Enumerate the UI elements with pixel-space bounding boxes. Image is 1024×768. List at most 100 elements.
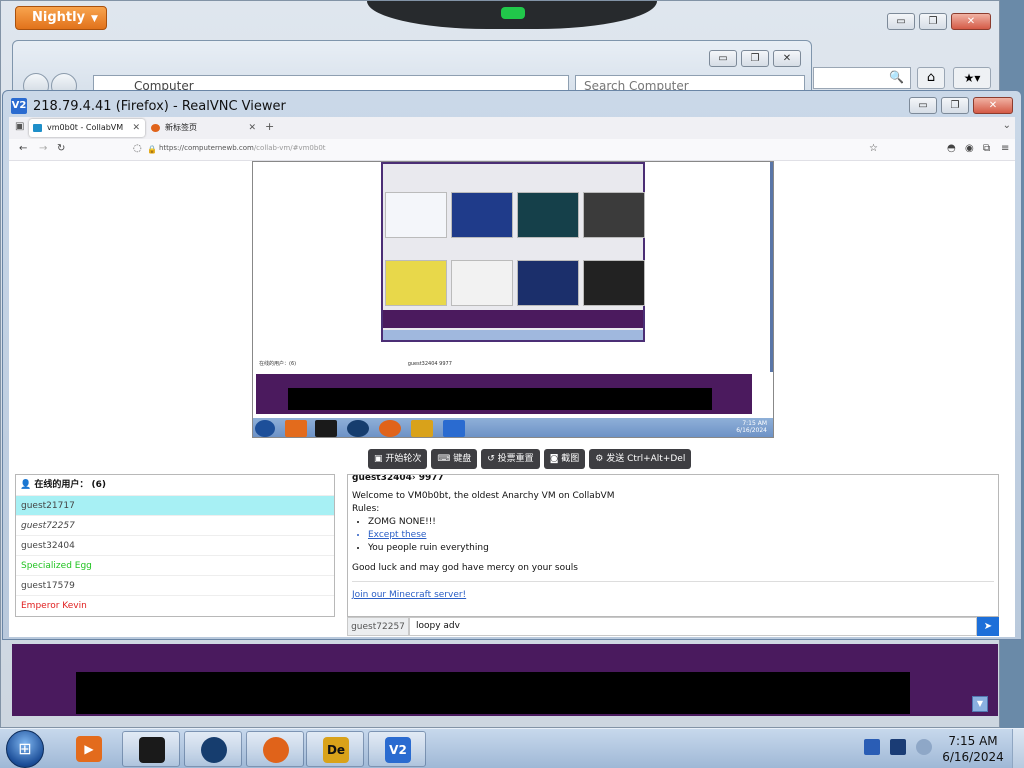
lock-icon: 🔒 [147,145,157,154]
collabvm-page: 在线的用户：(6) guest32404 9977 7:15 AM 6/16/2… [9,161,1015,637]
user-row[interactable]: Specialized Egg [16,555,334,575]
volume-icon[interactable] [916,739,932,755]
vnc-maximize-button[interactable]: ❐ [941,97,969,114]
nightly-menu-button[interactable]: Nightly ▼ [15,6,107,30]
button-label: 投票重置 [497,454,534,464]
outer-window-controls: ▭ ❐ ✕ [887,13,991,30]
chat-input-row: guest72257 loopy adv ➤ [347,617,999,636]
user-row[interactable]: guest32404 [16,535,334,555]
chat-divider [352,581,994,582]
taskbar-de-app[interactable]: De [306,731,364,767]
taskbar-globe[interactable] [184,731,242,767]
chat-rule-item: ZOMG NONE!!! [368,517,994,527]
show-desktop-button[interactable] [1012,729,1024,768]
bookmark-star-icon: ★▾ [963,71,981,85]
media-player-icon: ▶ [76,736,102,762]
outer-search-field[interactable]: 🔍 [813,67,911,89]
button-label: 键盘 [453,454,472,464]
vote-icon: ▣ [374,454,386,464]
start-button[interactable]: ⊞ [6,730,44,768]
user-row[interactable]: Emperor Kevin [16,595,334,615]
vm-firefox-icon[interactable] [379,420,401,437]
extensions-icon[interactable]: ⧉ [983,143,990,154]
vm-taskbar: 7:15 AM 6/16/2024 [253,418,773,437]
scroll-down-icon[interactable]: ▼ [972,696,988,712]
action-center-icon[interactable] [864,739,880,755]
firefox-icon [263,737,289,763]
tab-label: vm0b0t - CollabVM [47,123,124,132]
users-header-label: 在线的用户： [34,480,89,490]
explorer-minimize-button[interactable]: ▭ [709,50,737,67]
send-icon: ➤ [983,621,993,632]
pocket-icon[interactable]: ◓ [947,143,956,154]
take-turn-button[interactable]: ▣ 开始轮次 [368,449,428,469]
thumbnail-4 [583,192,645,238]
vm-start-orb-icon[interactable] [255,420,275,437]
keyboard-icon: ⌨ [437,454,454,464]
button-label: 开始轮次 [385,454,422,464]
back-arrow-icon[interactable]: ← [19,143,27,154]
vnc-close-button[interactable]: ✕ [973,97,1013,114]
vm-screen[interactable]: 在线的用户：(6) guest32404 9977 7:15 AM 6/16/2… [252,161,774,438]
reload-icon[interactable]: ↻ [57,143,65,154]
inner-url-bar[interactable]: https://computernewb.com/collab-vm/#vm0b… [159,144,326,152]
minecraft-link[interactable]: Join our Minecraft server! [352,590,994,600]
screenshot-button[interactable]: ◙ 截图 [543,449,586,469]
thumbnail-5 [385,260,447,306]
reset-icon: ↺ [487,454,498,464]
chevron-down-icon[interactable]: ⌄ [1003,120,1011,131]
vm-de-app-icon[interactable] [411,420,433,437]
tab-new-tab[interactable]: 新标签页 ✕ [147,119,261,137]
home-button[interactable]: ⌂ [917,67,945,89]
vm-vnc-icon[interactable] [443,420,465,437]
thumbnail-8 [583,260,645,306]
account-icon[interactable]: ◉ [965,143,974,154]
vnc-client-area[interactable]: ▣ vm0b0t - CollabVM ✕ 新标签页 ✕ + ⌄ ← → ↻ ◌… [9,117,1015,637]
network-icon[interactable] [890,739,906,755]
chat-rule-link[interactable]: Except these [368,530,994,540]
tab-label: 新标签页 [165,123,197,132]
ctrl-alt-del-button[interactable]: ⚙ 发送 Ctrl+Alt+Del [589,449,692,469]
user-row[interactable]: guest17579 [16,575,334,595]
new-tab-icon[interactable]: + [265,120,274,133]
bookmarks-button[interactable]: ★▾ [953,67,991,89]
vm-globe-icon[interactable] [347,420,369,437]
vote-reset-button[interactable]: ↺ 投票重置 [481,449,540,469]
explorer-close-button[interactable]: ✕ [773,50,801,67]
taskbar-vnc[interactable]: V2 [368,731,426,767]
taskbar-media-player[interactable]: ▶ [60,731,118,767]
vm-media-icon[interactable] [285,420,307,437]
taskbar-clock[interactable]: 7:15 AM 6/16/2024 [938,733,1008,765]
chat-panel: guest32404› 9977 Welcome to VM0b0bt, the… [347,474,999,617]
vnc-title-text: 218.79.4.41 (Firefox) - RealVNC Viewer [33,98,286,114]
tab-list-icon[interactable]: ▣ [15,121,24,132]
collabvm-favicon-icon [33,124,42,132]
vnc-minimize-button[interactable]: ▭ [909,97,937,114]
vm-clock: 7:15 AM 6/16/2024 [736,420,767,434]
menu-icon[interactable]: ≡ [1001,143,1009,154]
explorer-maximize-button[interactable]: ❐ [741,50,769,67]
users-header: 👤 在线的用户： (6) [16,475,334,495]
thumbnail-7 [517,260,579,306]
forward-arrow-icon[interactable]: → [39,143,47,154]
close-tab-icon[interactable]: ✕ [248,119,256,137]
user-row[interactable]: guest72257 [16,515,334,535]
user-row[interactable]: guest21717 [16,495,334,515]
shield-icon[interactable]: ◌ [133,143,142,154]
vm-inner-users-label: 在线的用户：(6) [259,361,297,367]
outer-maximize-button[interactable]: ❐ [919,13,947,30]
bookmark-star-icon[interactable]: ☆ [869,143,878,154]
de-app-icon: De [323,737,349,763]
taskbar-firefox[interactable] [246,731,304,767]
outer-close-button[interactable]: ✕ [951,13,991,30]
taskbar-app-black[interactable] [122,731,180,767]
send-button[interactable]: ➤ [977,617,999,636]
chat-rules-list: ZOMG NONE!!! Except these You people rui… [368,517,994,553]
vm-black-app-icon[interactable] [315,420,337,437]
keyboard-button[interactable]: ⌨ 键盘 [431,449,478,469]
chat-username: guest72257 [347,617,409,636]
outer-minimize-button[interactable]: ▭ [887,13,915,30]
tab-collabvm[interactable]: vm0b0t - CollabVM ✕ [29,119,145,137]
close-tab-icon[interactable]: ✕ [132,119,140,137]
chat-input[interactable]: loopy adv [409,617,977,636]
